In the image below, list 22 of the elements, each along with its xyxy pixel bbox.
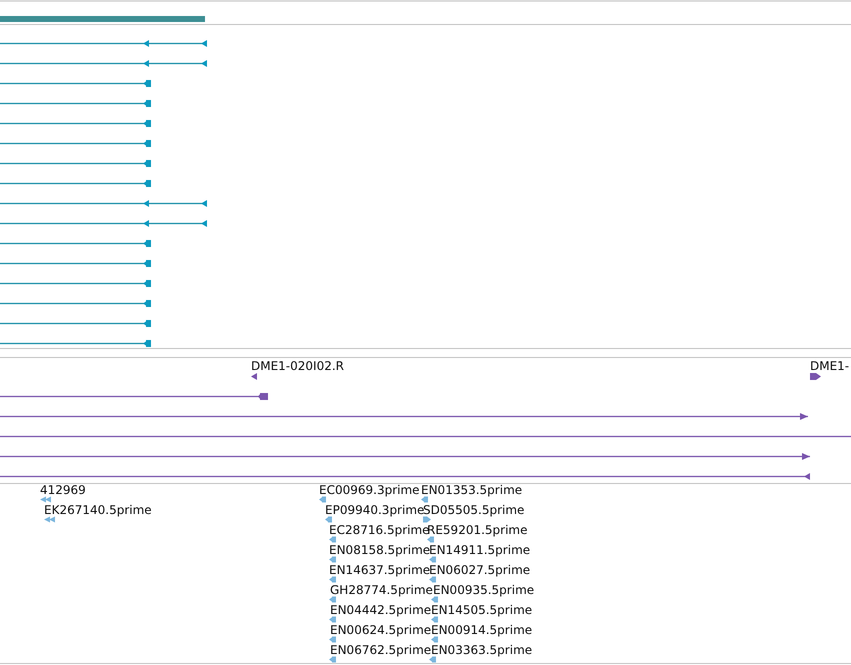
feature-label: GH28774.5prime [330, 583, 433, 597]
feature-label: EN00624.5prime [330, 623, 432, 637]
feature-label: EN14637.5prime [329, 563, 430, 577]
feature-label: SD05505.5prime [423, 503, 524, 517]
feature-label: EN04442.5prime [330, 603, 432, 617]
feature-label: DME1- [810, 359, 850, 373]
feature-label: EN06762.5prime [330, 643, 432, 657]
feature-label: EK267140.5prime [44, 503, 152, 517]
feature-label: EN01353.5prime [421, 483, 522, 497]
feature-label: EN00914.5prime [431, 623, 532, 637]
feature-label: 412969 [40, 483, 86, 497]
feature-label: EC28716.5prime [329, 523, 430, 537]
feature-label: EC00969.3prime [319, 483, 420, 497]
feature-label: EN03363.5prime [431, 643, 532, 657]
feature-label: DME1-020I02.R [251, 359, 344, 373]
feature-label: EN06027.5prime [429, 563, 530, 577]
feature-label: EP09940.3prime [325, 503, 424, 517]
feature-label: EN00935.5prime [433, 583, 534, 597]
feature-label: RE59201.5prime [427, 523, 528, 537]
feature-label: EN08158.5prime [329, 543, 430, 557]
feature-label: EN14505.5prime [431, 603, 532, 617]
feature-label: EN14911.5prime [429, 543, 530, 557]
